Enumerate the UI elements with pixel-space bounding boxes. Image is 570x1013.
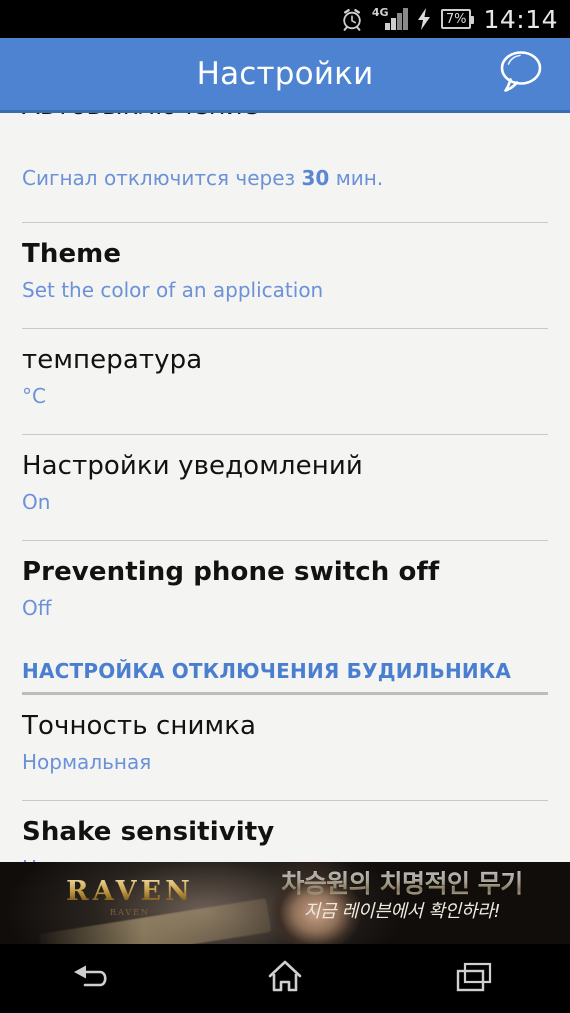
battery-icon: 7% [440, 9, 475, 29]
home-button[interactable] [225, 944, 345, 1013]
setting-subtitle-prefix: Сигнал отключится через [22, 166, 302, 190]
list-item[interactable]: Shake sensitivity Нормальная [0, 801, 570, 862]
setting-title: Настройки уведомлений [22, 451, 363, 481]
setting-title: Автовыключение [22, 113, 259, 122]
feedback-button[interactable] [492, 45, 550, 103]
settings-list[interactable]: Автовыключение Сигнал отключится через 3… [0, 113, 570, 862]
setting-title: Theme [22, 239, 122, 269]
setting-subtitle: On [22, 489, 51, 514]
app-bar: Настройки [0, 38, 570, 113]
setting-subtitle: Set the color of an application [22, 277, 324, 302]
charging-bolt-icon [417, 8, 431, 30]
setting-subtitle: Сигнал отключится через 30 мин. [22, 166, 548, 190]
setting-subtitle: Нормальная [22, 749, 152, 774]
ad-logo-text: RAVEN [30, 876, 230, 907]
home-icon [265, 958, 305, 1000]
section-header-label: НАСТРОЙКА ОТКЛЮЧЕНИЯ БУДИЛЬНИКА [22, 659, 512, 683]
list-item[interactable]: Автовыключение [0, 113, 570, 158]
signal-bars-icon: 4G [371, 6, 408, 30]
signal-bar-4 [402, 8, 408, 30]
status-bar-clock: 14:14 [483, 4, 558, 34]
back-arrow-icon [72, 960, 118, 998]
ad-logo-subtext: RAVEN [109, 908, 151, 917]
list-item-subtitle-wrap[interactable]: Сигнал отключится через 30 мин. [0, 166, 570, 190]
navigation-bar [0, 944, 570, 1013]
signal-bar-2 [390, 18, 396, 30]
speech-bubble-icon [496, 48, 546, 100]
setting-subtitle: Off [22, 595, 52, 620]
status-bar: 4G 7% 14:14 [0, 0, 570, 38]
ad-banner[interactable]: RAVEN RAVEN 차승원의 치명적인 무기 지금 레이븐에서 확인하라! [0, 862, 570, 944]
network-type-label: 4G [371, 6, 389, 19]
setting-subtitle-value: 30 [301, 166, 330, 190]
ad-logo: RAVEN RAVEN [30, 876, 230, 917]
ad-subline: 지금 레이븐에서 확인하라! [303, 901, 501, 923]
list-item[interactable]: Theme Set the color of an application [0, 223, 570, 328]
page-title: Настройки [196, 56, 374, 92]
list-item[interactable]: температура °C [0, 329, 570, 434]
list-item[interactable]: Точность снимка Нормальная [0, 695, 570, 800]
phone-screen: 4G 7% 14:14 Настройки Сигнал отключится … [0, 0, 570, 1013]
recent-apps-button[interactable] [415, 944, 535, 1013]
signal-bar-1 [384, 23, 390, 30]
setting-subtitle-suffix: мин. [329, 166, 384, 190]
ad-copy: 차승원의 치명적인 무기 지금 레이븐에서 확인하라! [252, 870, 552, 923]
setting-title: Shake sensitivity [22, 817, 275, 847]
setting-title: Точность снимка [22, 711, 257, 741]
signal-bar-3 [396, 13, 402, 30]
battery-level-label: 7% [445, 11, 467, 27]
setting-title: температура [22, 345, 203, 375]
section-header: НАСТРОЙКА ОТКЛЮЧЕНИЯ БУДИЛЬНИКА [0, 633, 570, 692]
ad-headline: 차승원의 치명적인 무기 [252, 870, 552, 897]
back-button[interactable] [35, 944, 155, 1013]
alarm-clock-icon [341, 7, 363, 31]
setting-subtitle: °C [22, 383, 46, 408]
recent-apps-icon [454, 960, 496, 998]
list-item[interactable]: Настройки уведомлений On [0, 435, 570, 540]
list-item[interactable]: Preventing phone switch off Off [0, 541, 570, 633]
setting-title: Preventing phone switch off [22, 557, 440, 587]
